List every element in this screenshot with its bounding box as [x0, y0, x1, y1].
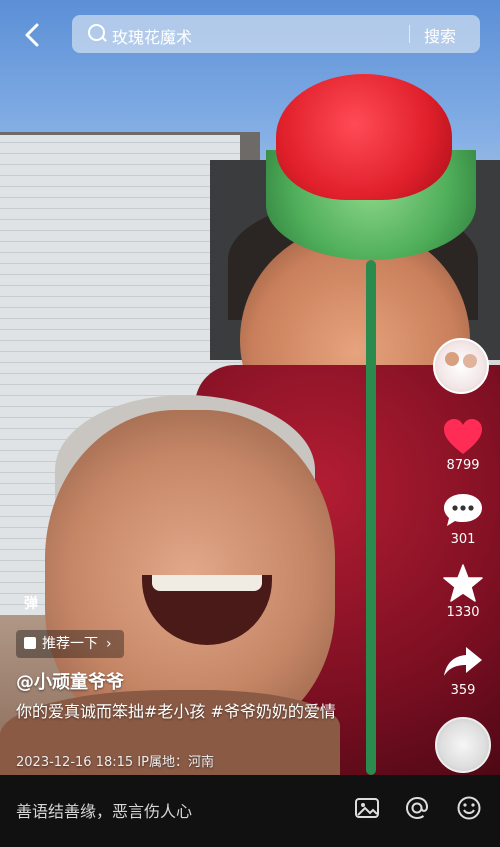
share-icon[interactable] [442, 643, 484, 679]
rose-stem [366, 260, 376, 775]
like-count: 8799 [446, 458, 480, 473]
man-teeth [152, 575, 262, 591]
recommend-button[interactable]: 推荐一下 › [16, 630, 124, 658]
at-icon[interactable] [404, 795, 430, 821]
share-count: 359 [450, 683, 476, 698]
author-name[interactable]: @小顽童爷爷 [16, 668, 124, 694]
comment-count: 301 [450, 532, 476, 547]
avatar-person [463, 354, 477, 368]
post-description[interactable]: 你的爱真诚而笨拙#老小孩 #爷爷奶奶的爱情 [16, 701, 376, 722]
chevron-right-icon: › [106, 636, 112, 652]
video-frame[interactable] [0, 0, 500, 775]
post-meta: 2023-12-16 18:15 IP属地：河南 [16, 755, 214, 770]
author-avatar[interactable] [433, 338, 489, 394]
search-query[interactable]: 玫瑰花魔术 [112, 24, 192, 48]
back-icon[interactable] [18, 20, 48, 50]
image-icon[interactable] [354, 795, 380, 821]
recommend-label: 推荐一下 [42, 636, 98, 652]
search-icon [88, 24, 105, 41]
music-disc[interactable] [435, 717, 491, 773]
bottom-bar: 善语结善缘，恶言伤人心 [0, 775, 500, 847]
search-button[interactable]: 搜索 [424, 23, 456, 47]
thumbs-up-icon [24, 637, 36, 649]
comment-icon[interactable] [442, 492, 484, 528]
avatar-person [445, 352, 459, 366]
star-icon[interactable] [442, 563, 484, 603]
heart-icon[interactable] [442, 418, 484, 456]
danmu-toggle[interactable]: 弹 [24, 593, 38, 613]
rose-flower [276, 74, 452, 200]
search-divider [409, 25, 410, 43]
search-bar[interactable]: 玫瑰花魔术 搜索 [72, 15, 480, 53]
emoji-icon[interactable] [456, 795, 482, 821]
comment-input[interactable]: 善语结善缘，恶言伤人心 [16, 798, 192, 822]
favorite-count: 1330 [446, 605, 480, 620]
